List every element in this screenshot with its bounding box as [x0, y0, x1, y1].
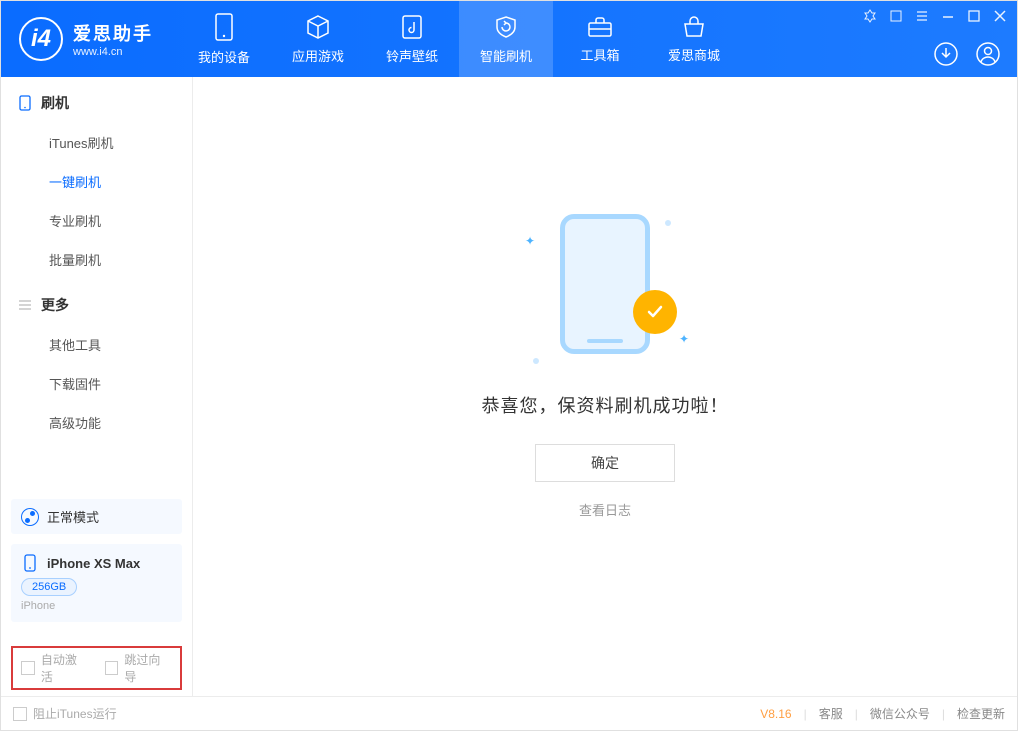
- device-panel: 正常模式 iPhone XS Max 256GB iPhone: [11, 499, 182, 622]
- version-label: V8.16: [760, 707, 791, 721]
- tab-my-device[interactable]: 我的设备: [177, 1, 271, 77]
- sidebar: 刷机 iTunes刷机 一键刷机 专业刷机 批量刷机 更多 其他工具 下载固件 …: [1, 77, 193, 696]
- tab-flash[interactable]: 智能刷机: [459, 1, 553, 77]
- separator: |: [804, 707, 807, 721]
- section-title: 刷机: [41, 93, 69, 113]
- success-illustration: ✦ ✦: [525, 214, 685, 364]
- tab-toolbox[interactable]: 工具箱: [553, 1, 647, 77]
- tab-store[interactable]: 爱思商城: [647, 1, 741, 77]
- close-icon[interactable]: [991, 7, 1009, 25]
- tab-apps-games[interactable]: 应用游戏: [271, 1, 365, 77]
- check-badge-icon: [633, 290, 677, 334]
- sidebar-section-more: 更多: [1, 279, 192, 325]
- logo-icon: i4: [19, 17, 63, 61]
- tab-label: 工具箱: [580, 45, 619, 64]
- sidebar-item-batch-flash[interactable]: 批量刷机: [1, 240, 192, 279]
- tab-label: 铃声壁纸: [386, 46, 438, 65]
- checkbox-auto-activate[interactable]: 自动激活: [21, 651, 89, 685]
- status-bar: 阻止iTunes运行 V8.16 | 客服 | 微信公众号 | 检查更新: [1, 696, 1017, 730]
- ok-button[interactable]: 确定: [535, 444, 675, 482]
- checkbox-label: 阻止iTunes运行: [33, 705, 117, 722]
- more-icon: [17, 297, 33, 313]
- device-icon: [213, 13, 235, 41]
- sidebar-section-flash: 刷机: [1, 77, 192, 123]
- footer-link-support[interactable]: 客服: [819, 705, 843, 722]
- options-highlight-box: 自动激活 跳过向导: [11, 646, 182, 690]
- title-bar: i4 爱思助手 www.i4.cn 我的设备 应用游戏 铃声壁纸 智能刷机 工具…: [1, 1, 1017, 77]
- checkbox-skip-guide[interactable]: 跳过向导: [105, 651, 173, 685]
- section-title: 更多: [41, 295, 69, 315]
- device-name: iPhone XS Max: [47, 556, 140, 571]
- success-message: 恭喜您，保资料刷机成功啦！: [482, 392, 729, 418]
- sidebar-item-other-tools[interactable]: 其他工具: [1, 325, 192, 364]
- theme-icon[interactable]: [861, 7, 879, 25]
- toolbox-icon: [586, 15, 614, 39]
- device-storage-badge: 256GB: [21, 578, 77, 596]
- skin-icon[interactable]: [887, 7, 905, 25]
- sidebar-item-download-firmware[interactable]: 下载固件: [1, 364, 192, 403]
- tab-label: 我的设备: [198, 47, 250, 66]
- footer-link-update[interactable]: 检查更新: [957, 705, 1005, 722]
- dot-icon: [533, 358, 539, 364]
- separator: |: [855, 707, 858, 721]
- view-log-link[interactable]: 查看日志: [579, 500, 631, 519]
- maximize-icon[interactable]: [965, 7, 983, 25]
- phone-illustration-icon: [560, 214, 650, 354]
- user-icon[interactable]: [975, 41, 1001, 67]
- sparkle-icon: ✦: [679, 332, 689, 346]
- footer-link-wechat[interactable]: 微信公众号: [870, 705, 930, 722]
- mode-label: 正常模式: [47, 507, 99, 526]
- music-file-icon: [400, 14, 424, 40]
- device-type: iPhone: [21, 600, 172, 612]
- main-content: ✦ ✦ 恭喜您，保资料刷机成功啦！ 确定 查看日志: [193, 77, 1017, 696]
- window-controls: [861, 7, 1009, 25]
- mode-icon: [21, 508, 39, 526]
- app-subtitle: www.i4.cn: [73, 46, 153, 58]
- separator: |: [942, 707, 945, 721]
- sparkle-icon: ✦: [525, 234, 535, 248]
- phone-icon: [17, 95, 33, 111]
- header-actions: [933, 41, 1001, 67]
- tab-label: 应用游戏: [292, 46, 344, 65]
- tab-ringtones[interactable]: 铃声壁纸: [365, 1, 459, 77]
- minimize-icon[interactable]: [939, 7, 957, 25]
- sidebar-item-advanced[interactable]: 高级功能: [1, 403, 192, 442]
- checkbox-icon: [105, 661, 119, 675]
- logo: i4 爱思助手 www.i4.cn: [1, 17, 171, 61]
- refresh-shield-icon: [493, 14, 519, 40]
- checkbox-icon: [21, 661, 35, 675]
- device-row[interactable]: iPhone XS Max 256GB iPhone: [11, 544, 182, 622]
- sidebar-item-pro-flash[interactable]: 专业刷机: [1, 201, 192, 240]
- menu-icon[interactable]: [913, 7, 931, 25]
- nav-tabs: 我的设备 应用游戏 铃声壁纸 智能刷机 工具箱 爱思商城: [177, 1, 741, 77]
- tab-label: 爱思商城: [668, 45, 720, 64]
- mode-row[interactable]: 正常模式: [11, 499, 182, 534]
- store-icon: [680, 15, 708, 39]
- app-title: 爱思助手: [73, 20, 153, 46]
- checkbox-icon: [13, 707, 27, 721]
- dot-icon: [665, 220, 671, 226]
- download-icon[interactable]: [933, 41, 959, 67]
- checkbox-label: 自动激活: [41, 651, 89, 685]
- sidebar-item-itunes-flash[interactable]: iTunes刷机: [1, 123, 192, 162]
- tab-label: 智能刷机: [480, 46, 532, 65]
- device-phone-icon: [21, 554, 39, 572]
- checkbox-block-itunes[interactable]: 阻止iTunes运行: [13, 705, 117, 722]
- cube-icon: [305, 14, 331, 40]
- sidebar-item-oneclick-flash[interactable]: 一键刷机: [1, 162, 192, 201]
- checkbox-label: 跳过向导: [124, 651, 172, 685]
